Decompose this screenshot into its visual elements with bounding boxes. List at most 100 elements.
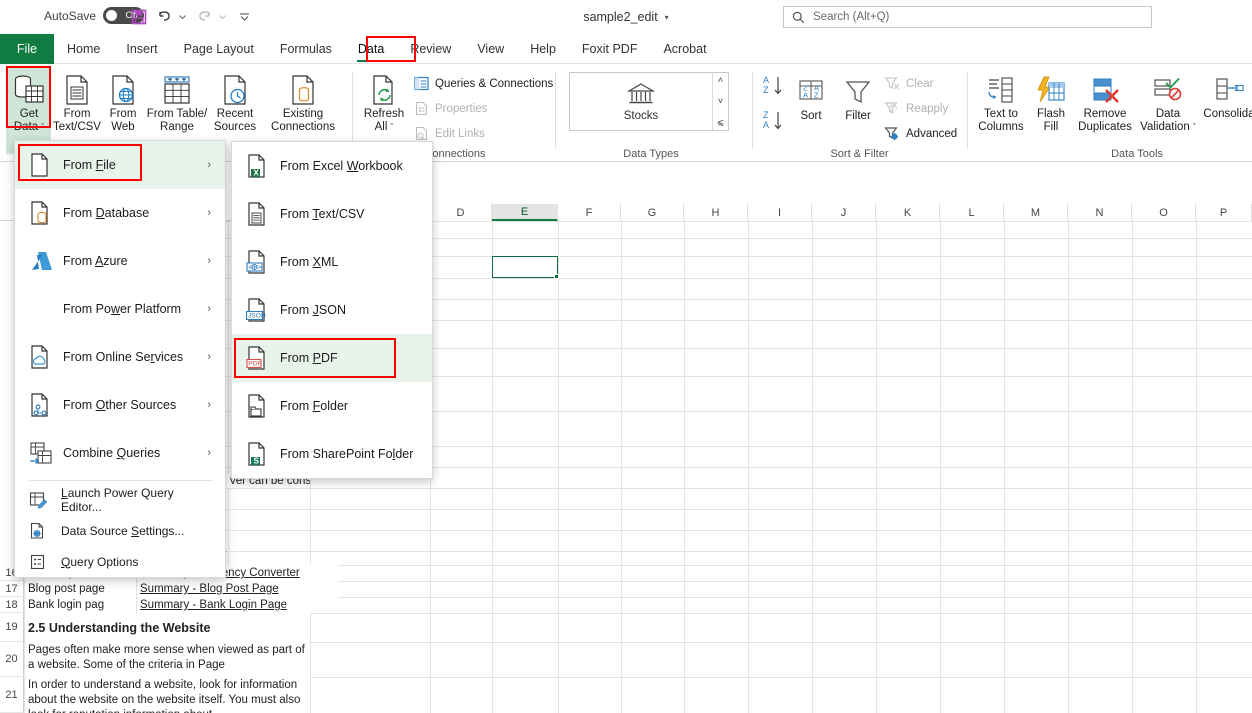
- cell-row18-col-b[interactable]: Summary - Bank Login Page: [138, 597, 338, 613]
- get-data-menu-item-from-database[interactable]: From Database ›: [15, 189, 225, 237]
- tab-page-layout[interactable]: Page Layout: [171, 34, 267, 64]
- get-data-menu-item-from-file[interactable]: From File ›: [15, 141, 225, 189]
- tab-review[interactable]: Review: [397, 34, 464, 64]
- row-header-19[interactable]: 19: [0, 613, 24, 642]
- search-box[interactable]: Search (Alt+Q): [783, 6, 1152, 28]
- consolidate-button[interactable]: Consolida: [1200, 66, 1252, 121]
- cell-row18-col-a[interactable]: Bank login pag: [26, 597, 136, 613]
- get-data-menu-item-from-azure[interactable]: From Azure ›: [15, 237, 225, 285]
- reapply-filter-button[interactable]: Reapply: [884, 97, 948, 120]
- flash-fill-button[interactable]: Flash Fill: [1029, 66, 1073, 134]
- queries-connections-button[interactable]: Queries & Connections: [414, 72, 553, 95]
- column-header-N[interactable]: N: [1068, 204, 1132, 221]
- from-online-services-icon: [29, 344, 63, 370]
- from-file-menu-item-from-text-csv[interactable]: From Text/CSV: [232, 190, 432, 238]
- clear-filter-button[interactable]: Clear: [884, 72, 933, 95]
- from-web-button[interactable]: From Web: [99, 66, 147, 134]
- column-header-L[interactable]: L: [940, 204, 1004, 221]
- edit-links-label: Edit Links: [435, 127, 485, 140]
- redo-dropdown-caret-icon[interactable]: [218, 13, 231, 21]
- existing-connections-button[interactable]: Existing Connections: [266, 66, 340, 134]
- get-data-menu-item-query-options[interactable]: Query Options: [15, 546, 225, 577]
- tab-formulas[interactable]: Formulas: [267, 34, 345, 64]
- sort-button[interactable]: ZAAZ Sort: [790, 68, 832, 123]
- tab-data[interactable]: Data: [345, 34, 397, 64]
- filter-button[interactable]: Filter: [836, 68, 880, 123]
- submenu-chevron-right-icon: ›: [207, 159, 211, 171]
- row-header-21[interactable]: 21: [0, 677, 24, 713]
- column-header-J[interactable]: J: [812, 204, 876, 221]
- svg-text:Z: Z: [763, 110, 769, 120]
- from-text-csv-button[interactable]: From Text/CSV: [52, 66, 102, 134]
- from-file-menu-item-from-sharepoint-folder[interactable]: S From SharePoint Folder: [232, 430, 432, 478]
- data-validation-button[interactable]: Data Validation ˇ: [1137, 66, 1199, 134]
- refresh-all-button[interactable]: Refresh All ˇ: [358, 66, 410, 134]
- remove-duplicates-button[interactable]: Remove Duplicates: [1073, 66, 1137, 134]
- column-header-D[interactable]: D: [430, 204, 492, 221]
- tab-foxit-pdf[interactable]: Foxit PDF: [569, 34, 651, 64]
- row-header-20[interactable]: 20: [0, 642, 24, 677]
- from-file-menu-item-from-folder[interactable]: From Folder: [232, 382, 432, 430]
- consolidate-label-line1: Consolida: [1203, 108, 1252, 120]
- get-data-menu-item-combine-queries[interactable]: Combine Queries ›: [15, 429, 225, 477]
- data-type-stocks[interactable]: Stocks: [570, 73, 712, 130]
- column-header-O[interactable]: O: [1132, 204, 1196, 221]
- gallery-scroll-down-icon[interactable]: ˅: [718, 96, 723, 106]
- column-header-K[interactable]: K: [876, 204, 940, 221]
- tab-home[interactable]: Home: [54, 34, 113, 64]
- save-icon[interactable]: [126, 6, 151, 28]
- undo-icon[interactable]: [152, 6, 177, 28]
- tab-help[interactable]: Help: [517, 34, 569, 64]
- data-types-gallery-scrollbar[interactable]: ˄ ˅ ⩽: [712, 73, 728, 130]
- selection-fill-handle[interactable]: [554, 274, 559, 279]
- get-data-menu-item-from-online-services[interactable]: From Online Services ›: [15, 333, 225, 381]
- cell-row20-col-a[interactable]: Pages often make more sense when viewed …: [26, 642, 310, 677]
- text-to-columns-button[interactable]: Text to Columns: [973, 66, 1029, 134]
- row-header-18[interactable]: 18: [0, 597, 24, 613]
- recent-sources-button[interactable]: Recent Sources: [207, 66, 263, 134]
- existing-connections-label-line1: Existing: [282, 108, 324, 120]
- get-data-button[interactable]: Get Data ˇ: [4, 66, 54, 134]
- tab-insert[interactable]: Insert: [113, 34, 170, 64]
- properties-button[interactable]: Properties: [414, 97, 487, 120]
- tab-acrobat[interactable]: Acrobat: [650, 34, 719, 64]
- column-header-H[interactable]: H: [684, 204, 748, 221]
- column-header-M[interactable]: M: [1004, 204, 1068, 221]
- search-input[interactable]: Search (Alt+Q): [813, 11, 889, 23]
- cell-row21-col-a[interactable]: In order to understand a website, look f…: [26, 677, 310, 713]
- from-file-menu-item-from-json[interactable]: JSON From JSON: [232, 286, 432, 334]
- redo-icon[interactable]: [192, 6, 217, 28]
- selected-cell[interactable]: [492, 256, 558, 278]
- advanced-filter-button[interactable]: Advanced: [884, 122, 957, 145]
- svg-text:A: A: [763, 120, 769, 130]
- from-table-range-button[interactable]: From Table/ Range: [145, 66, 209, 134]
- from-file-menu-item-from-pdf[interactable]: PDF From PDF: [232, 334, 432, 382]
- gallery-more-icon[interactable]: ⩽: [717, 117, 725, 128]
- row-header-17[interactable]: 17: [0, 581, 24, 597]
- tab-view[interactable]: View: [464, 34, 517, 64]
- tab-file[interactable]: File: [0, 34, 54, 64]
- column-header-G[interactable]: G: [621, 204, 684, 221]
- undo-dropdown-caret-icon[interactable]: [178, 13, 191, 21]
- from-file-menu-item-from-xml[interactable]: < > From XML: [232, 238, 432, 286]
- cell-row17-col-a[interactable]: Blog post page: [26, 581, 136, 597]
- cell-row19-col-a[interactable]: 2.5 Understanding the Website: [26, 613, 310, 642]
- column-header-I[interactable]: I: [748, 204, 812, 221]
- column-header-E[interactable]: E: [492, 204, 558, 221]
- sort-ascending-button[interactable]: AZ: [762, 74, 784, 98]
- recent-sources-icon: [220, 72, 250, 108]
- from-file-menu-item-from-excel-workbook[interactable]: X From Excel Workbook: [232, 142, 432, 190]
- get-data-menu-item-from-power-platform[interactable]: From Power Platform ›: [15, 285, 225, 333]
- cell-row17-col-b[interactable]: Summary - Blog Post Page: [138, 581, 338, 597]
- sort-descending-button[interactable]: ZA: [762, 109, 784, 133]
- document-title-caret-icon[interactable]: ▾: [665, 13, 669, 22]
- get-data-menu-item-data-source-settings[interactable]: Data Source Settings...: [15, 515, 225, 546]
- gallery-scroll-up-icon[interactable]: ˄: [718, 75, 723, 85]
- data-types-gallery[interactable]: Stocks ˄ ˅ ⩽: [569, 72, 729, 131]
- get-data-menu-item-launch-power-query-editor[interactable]: Launch Power Query Editor...: [15, 484, 225, 515]
- column-header-F[interactable]: F: [558, 204, 621, 221]
- customize-quick-access-toolbar-icon[interactable]: [232, 6, 257, 28]
- column-header-P[interactable]: P: [1196, 204, 1252, 221]
- get-data-menu-item-from-other-sources[interactable]: From Other Sources ›: [15, 381, 225, 429]
- grid-line: [1196, 221, 1197, 713]
